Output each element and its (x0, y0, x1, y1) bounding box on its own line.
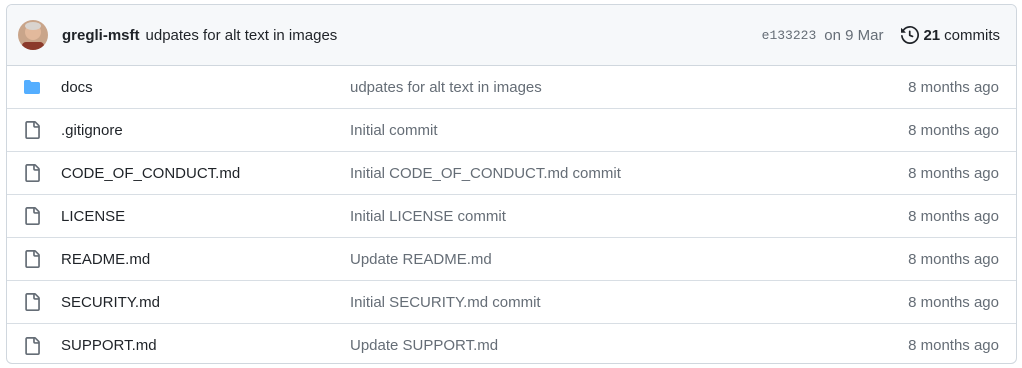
file-name-link[interactable]: SUPPORT.md (61, 337, 350, 354)
commit-count: 21 (923, 26, 941, 44)
file-browser: gregli-msft udpates for alt text in imag… (6, 4, 1017, 364)
file-commit-message-link[interactable]: Initial SECURITY.md commit (350, 294, 908, 311)
file-row-security[interactable]: SECURITY.md Initial SECURITY.md commit 8… (7, 281, 1016, 324)
file-age: 8 months ago (908, 207, 999, 225)
commits-label: commits (944, 26, 1000, 44)
commits-history-link[interactable]: 21 commits (901, 26, 1000, 44)
history-icon (901, 26, 920, 44)
file-name-link[interactable]: SECURITY.md (61, 294, 350, 311)
file-age: 8 months ago (908, 164, 999, 182)
file-icon (23, 250, 41, 268)
file-commit-message-link[interactable]: Initial LICENSE commit (350, 208, 908, 225)
file-row-support[interactable]: SUPPORT.md Update SUPPORT.md 8 months ag… (7, 324, 1016, 363)
file-icon (23, 121, 41, 139)
file-row-docs[interactable]: docs udpates for alt text in images 8 mo… (7, 66, 1016, 109)
file-icon (23, 207, 41, 225)
file-icon (23, 336, 41, 355)
file-row-readme[interactable]: README.md Update README.md 8 months ago (7, 238, 1016, 281)
file-name-link[interactable]: LICENSE (61, 208, 350, 225)
commit-message-link[interactable]: udpates for alt text in images (146, 27, 338, 44)
file-icon (23, 164, 41, 182)
folder-icon (23, 78, 41, 96)
file-name-link[interactable]: README.md (61, 251, 350, 268)
file-age: 8 months ago (908, 78, 999, 96)
file-age: 8 months ago (908, 337, 999, 354)
file-row-license[interactable]: LICENSE Initial LICENSE commit 8 months … (7, 195, 1016, 238)
file-commit-message-link[interactable]: Initial CODE_OF_CONDUCT.md commit (350, 165, 908, 182)
file-age: 8 months ago (908, 121, 999, 139)
file-name-link[interactable]: CODE_OF_CONDUCT.md (61, 165, 350, 182)
file-commit-message-link[interactable]: Update README.md (350, 251, 908, 268)
file-name-link[interactable]: docs (61, 79, 350, 96)
latest-commit-bar: gregli-msft udpates for alt text in imag… (7, 5, 1016, 66)
file-row-code-of-conduct[interactable]: CODE_OF_CONDUCT.md Initial CODE_OF_CONDU… (7, 152, 1016, 195)
file-row-gitignore[interactable]: .gitignore Initial commit 8 months ago (7, 109, 1016, 152)
file-commit-message-link[interactable]: Update SUPPORT.md (350, 337, 908, 354)
file-icon (23, 293, 41, 311)
commit-sha-link[interactable]: e133223 (762, 28, 817, 43)
commit-author-link[interactable]: gregli-msft (62, 27, 140, 44)
commit-date: on 9 Mar (824, 26, 884, 44)
file-name-link[interactable]: .gitignore (61, 122, 350, 139)
file-age: 8 months ago (908, 250, 999, 268)
avatar[interactable] (18, 20, 48, 50)
file-commit-message-link[interactable]: udpates for alt text in images (350, 79, 908, 96)
file-commit-message-link[interactable]: Initial commit (350, 122, 908, 139)
file-age: 8 months ago (908, 293, 999, 311)
